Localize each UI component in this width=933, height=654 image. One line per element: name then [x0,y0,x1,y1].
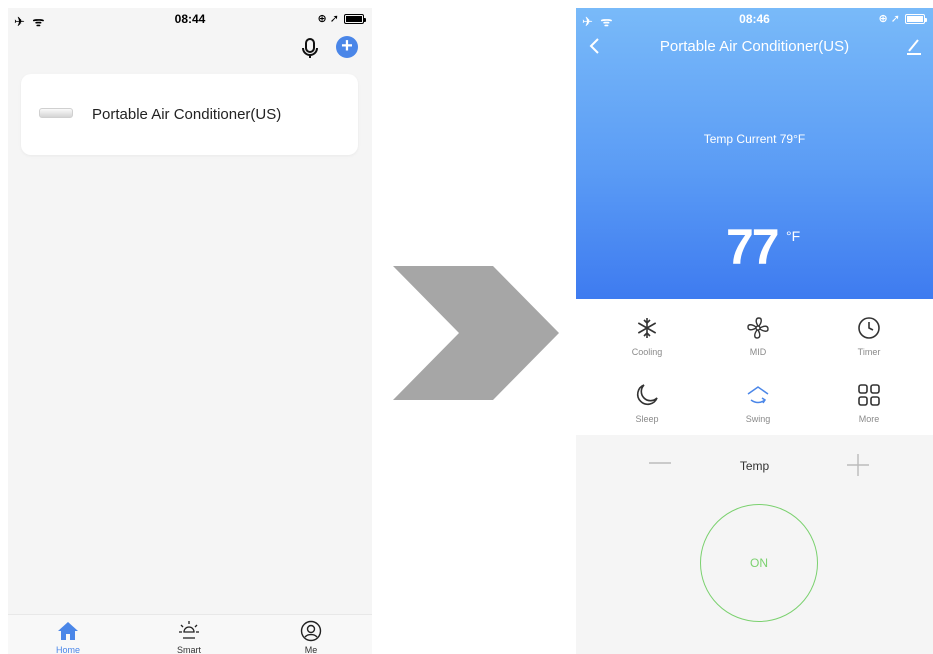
status-indicator-icons: ⊕ ➚ [317,13,340,25]
temperature-panel: ✈ ᯤ 08:46 ⊕ ➚ Portable Air Conditioner(U… [576,8,933,299]
sun-icon [179,621,199,639]
status-right-icons: ⊕ ➚ [878,12,927,25]
status-indicator-icons: ⊕ ➚ [878,13,901,25]
mode-timer[interactable]: Timer [829,315,909,357]
snowflake-icon [637,318,657,338]
page-title: Portable Air Conditioner(US) [659,38,850,55]
mode-swing[interactable]: Swing [718,382,798,424]
tab-smart-label: Smart [176,645,201,654]
power-state-label: ON [750,556,768,570]
clock-icon [858,317,880,339]
tab-me[interactable]: Me [281,619,341,654]
comparison-stage: ✈ ᯤ 08:44 ⊕ ➚ + Portable Air Conditioner… [0,0,933,654]
set-temperature: 77 [726,219,780,275]
device-name: Portable Air Conditioner(US) [92,106,282,123]
device-control-screen: ✈ ᯤ 08:46 ⊕ ➚ Portable Air Conditioner(U… [576,8,933,654]
mode-more-label: More [858,414,880,424]
power-button[interactable]: ON [700,504,818,622]
tab-home-label: Home [55,645,80,654]
increase-temperature-button[interactable] [846,453,870,477]
temperature-unit: °F [786,228,801,244]
microphone-icon[interactable] [300,37,320,59]
mode-cooling-label: Cooling [631,347,663,357]
mode-cooling[interactable]: Cooling [607,315,687,357]
add-device-icon[interactable]: + [336,36,358,58]
battery-icon [905,13,927,24]
battery-icon [344,13,366,24]
device-card[interactable]: Portable Air Conditioner(US) [21,74,358,155]
tab-home[interactable]: Home [38,619,98,654]
air-conditioner-thumbnail [39,108,73,118]
mode-more[interactable]: More [829,382,909,424]
user-icon [300,620,322,642]
grid-icon [858,384,880,406]
mode-sleep[interactable]: Sleep [607,382,687,424]
mode-timer-label: Timer [857,347,881,357]
swing-icon [747,386,769,404]
current-temperature: Temp Current 79°F [703,132,806,146]
mode-grid: Cooling MID Timer Sleep Swing More [576,299,933,435]
mode-fan-speed-label: MID [749,347,767,357]
tab-me-label: Me [304,645,318,654]
edit-icon[interactable] [905,36,923,56]
tab-bar: Home Smart Me [8,614,372,654]
tab-smart[interactable]: Smart [159,619,219,654]
transition-arrow-icon [393,266,559,400]
status-bar: ✈ ᯤ 08:46 ⊕ ➚ [576,8,933,30]
home-icon [58,622,78,640]
home-screen: ✈ ᯤ 08:44 ⊕ ➚ + Portable Air Conditioner… [8,8,372,654]
mode-sleep-label: Sleep [635,414,659,424]
temperature-controls: Temp ON [576,435,933,654]
mode-swing-label: Swing [745,414,771,424]
moon-icon [636,384,658,406]
status-right-icons: ⊕ ➚ [317,12,366,25]
fan-icon [747,317,769,339]
status-bar: ✈ ᯤ 08:44 ⊕ ➚ [8,8,372,30]
temperature-label: Temp [739,459,770,473]
mode-fan-speed[interactable]: MID [718,315,798,357]
